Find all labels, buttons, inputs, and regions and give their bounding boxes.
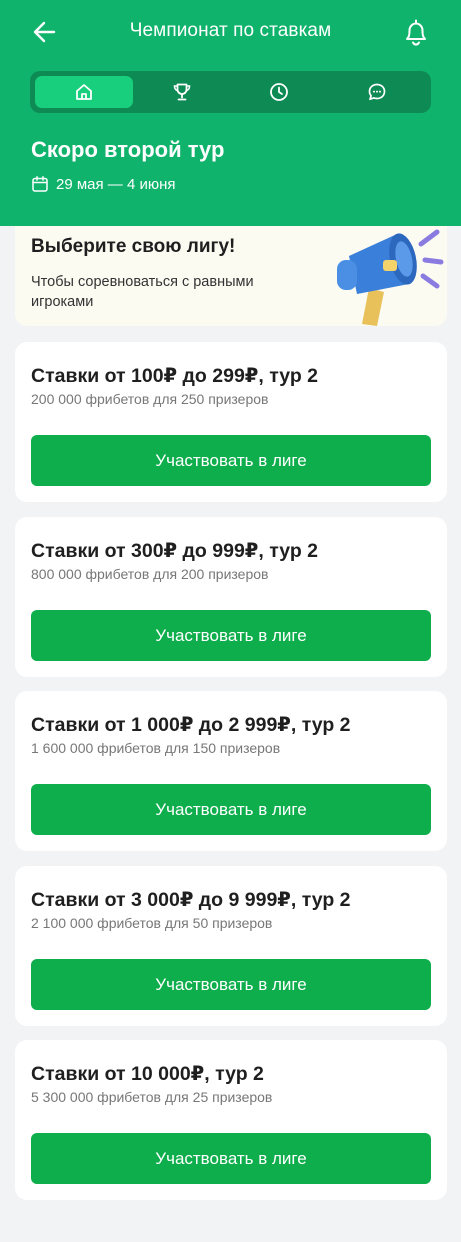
tab-bar — [30, 71, 431, 113]
tour-title: Скоро второй тур — [31, 137, 225, 162]
league-title: Ставки от 1 000₽ до 2 999₽, тур 2 — [31, 714, 351, 736]
promo-title: Выберите свою лигу! — [31, 236, 236, 257]
league-card: Ставки от 100₽ до 299₽, тур 2 200 000 фр… — [15, 342, 447, 502]
tour-dates: 29 мая — 4 июня — [31, 175, 176, 193]
league-card: Ставки от 300₽ до 999₽, тур 2 800 000 фр… — [15, 517, 447, 677]
tab-home[interactable] — [35, 76, 133, 108]
league-card: Ставки от 3 000₽ до 9 999₽, тур 2 2 100 … — [15, 866, 447, 1026]
join-league-button[interactable]: Участвовать в лиге — [31, 1133, 431, 1184]
tab-chat[interactable] — [328, 76, 426, 108]
tab-trophy[interactable] — [133, 76, 231, 108]
home-icon — [75, 84, 92, 100]
league-prize: 200 000 фрибетов для 250 призеров — [31, 391, 269, 407]
clock-icon — [270, 83, 289, 101]
league-title: Ставки от 10 000₽, тур 2 — [31, 1063, 264, 1085]
league-card: Ставки от 10 000₽, тур 2 5 300 000 фрибе… — [15, 1040, 447, 1200]
league-promo-banner: Выберите свою лигу! Чтобы соревноваться … — [15, 226, 447, 326]
league-title: Ставки от 100₽ до 299₽, тур 2 — [31, 365, 318, 387]
trophy-icon — [173, 83, 190, 101]
megaphone-icon — [337, 229, 444, 326]
league-title: Ставки от 300₽ до 999₽, тур 2 — [31, 540, 318, 562]
notifications-button[interactable] — [400, 16, 432, 48]
top-bar: Чемпионат по ставкам — [0, 12, 461, 52]
bell-icon — [406, 19, 426, 46]
league-prize: 5 300 000 фрибетов для 25 призеров — [31, 1089, 273, 1105]
tab-history[interactable] — [231, 76, 329, 108]
join-league-button[interactable]: Участвовать в лиге — [31, 959, 431, 1010]
promo-subtitle: Чтобы соревноваться с равными игроками — [31, 274, 254, 310]
join-league-button[interactable]: Участвовать в лиге — [31, 784, 431, 835]
dates-label: 29 мая — 4 июня — [56, 175, 176, 193]
join-league-button[interactable]: Участвовать в лиге — [31, 610, 431, 661]
page-title: Чемпионат по ставкам — [129, 20, 332, 41]
league-card: Ставки от 1 000₽ до 2 999₽, тур 2 1 600 … — [15, 691, 447, 851]
join-league-button[interactable]: Участвовать в лиге — [31, 435, 431, 486]
league-prize: 2 100 000 фрибетов для 50 призеров — [31, 915, 273, 931]
league-prize: 1 600 000 фрибетов для 150 призеров — [31, 740, 281, 756]
calendar-icon — [32, 176, 48, 192]
chat-icon — [368, 83, 386, 101]
header: Чемпионат по ставкам Скоро второй тур 29… — [0, 0, 461, 226]
league-prize: 800 000 фрибетов для 200 призеров — [31, 566, 269, 582]
league-title: Ставки от 3 000₽ до 9 999₽, тур 2 — [31, 889, 351, 911]
